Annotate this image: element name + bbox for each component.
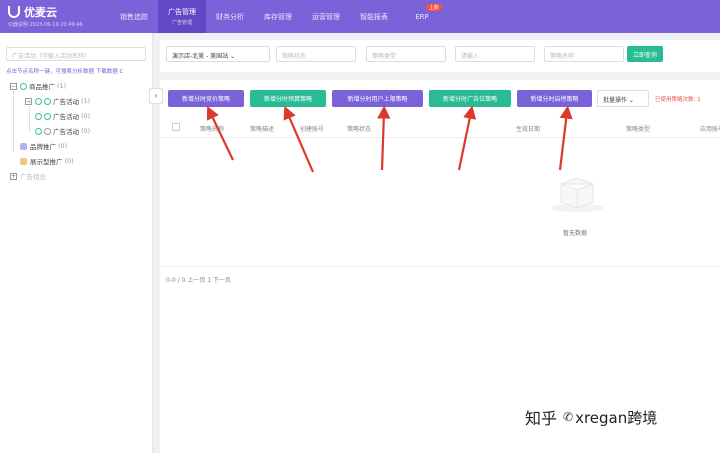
tree-item-count: (0) — [64, 157, 74, 165]
tree-item-display-ads[interactable]: 展示型推广 (0) — [20, 156, 74, 166]
expand-icon[interactable]: + — [10, 172, 17, 180]
collapse-sidebar-icon[interactable]: ‹ — [149, 88, 163, 104]
column-header[interactable]: 应用账号 — [700, 124, 720, 133]
shop-select-value: 演示店-北美 - 美国站 — [172, 53, 229, 60]
status-circle-icon — [44, 127, 51, 135]
tree-connector — [13, 91, 14, 151]
tree-item-label: 广告活动 — [53, 113, 79, 121]
app-name: 优麦云 — [24, 6, 57, 19]
watermark-zhihu: 知乎 — [525, 409, 558, 428]
brand-ads-icon — [20, 142, 27, 150]
add-start-stop-strategy-button[interactable]: 新增分时启停策略 — [517, 90, 592, 107]
tree-item-portfolio[interactable]: + 广告组合 — [10, 171, 46, 181]
tree-item-label: 品牌推广 — [30, 143, 56, 151]
strategy-status-select[interactable]: 策略状态 — [276, 46, 356, 62]
usage-note: 已使用策略次数: 1 — [655, 97, 701, 103]
empty-box-icon — [551, 177, 603, 212]
tree-item-brand-ads[interactable]: 品牌推广 (0) — [20, 141, 67, 151]
batch-actions-dropdown[interactable]: 批量操作 ⌄ — [597, 90, 649, 107]
tree-item-count: (0) — [58, 142, 68, 150]
nav-ads[interactable]: 广告管理 广告管理 — [158, 0, 206, 33]
nav-sub-label: 广告管理 — [171, 20, 192, 26]
column-header[interactable]: 策略类型 — [626, 124, 650, 133]
watermark-author: xregan跨境 — [575, 408, 658, 427]
sidebar-hint[interactable]: 点击节点名称一键，可搜索分析数据 下载数据 C — [6, 67, 123, 75]
tree-item-count: (0) — [81, 112, 91, 120]
pagination[interactable]: 0-0 / 0 上一页 1 下一页 — [166, 275, 231, 284]
app-logo[interactable]: 优麦云 — [8, 4, 57, 20]
pager-divider — [160, 266, 720, 267]
nav-reports[interactable]: 智能报表 — [350, 0, 398, 33]
add-user-limit-strategy-button[interactable]: 新增分时用户上限策略 — [332, 90, 423, 107]
nav-label: 库存管理 — [264, 12, 292, 21]
strategy-type-select[interactable]: 策略类型 — [366, 46, 446, 62]
wechat-icon: ✆ — [563, 410, 574, 424]
status-circle-icon — [35, 97, 42, 105]
tree-item-campaign[interactable]: − 广告活动 (1) — [25, 96, 90, 106]
tree-item-count: (1) — [57, 82, 67, 90]
add-budget-strategy-button[interactable]: 新增分时预算策略 — [250, 90, 326, 107]
tree-item-label: 广告活动 — [53, 98, 79, 106]
main-nav: 销售追踪 广告管理 广告管理 财务分析 库存管理 运营管理 智能报表 ERP 上新 — [110, 0, 446, 33]
logo-mark-icon — [8, 6, 20, 18]
nav-inventory[interactable]: 库存管理 — [254, 0, 302, 33]
column-header[interactable]: 创建账号 — [300, 124, 324, 133]
column-header[interactable]: 策略描述 — [250, 124, 274, 133]
nav-label: 广告管理 — [168, 8, 196, 16]
filter-bar: 演示店-北美 - 美国站 ⌄ 策略状态 策略类型 请输入 策略名称 立即查询 — [160, 40, 720, 72]
nav-operations[interactable]: 运营管理 — [302, 0, 350, 33]
tree-item-campaign[interactable]: 广告活动 (0) — [35, 111, 90, 121]
status-circle-icon — [35, 127, 42, 135]
table-header: 策略名称 策略描述 创建账号 策略状态 生效日期 策略类型 应用账号 — [160, 118, 720, 138]
tree-item-label: 广告组合 — [20, 173, 46, 181]
column-header[interactable]: 生效日期 — [516, 124, 540, 133]
nav-sales[interactable]: 销售追踪 — [110, 0, 158, 33]
collapse-icon[interactable]: − — [25, 97, 32, 105]
query-button[interactable]: 立即查询 — [627, 46, 664, 62]
tree-item-label: 展示型推广 — [30, 158, 63, 166]
tree-item-count: (1) — [81, 97, 91, 105]
keyword-input[interactable]: 请输入 — [455, 46, 535, 62]
top-navigation-bar: 优麦云 仪器说明 2023-06-19 20:49:46 销售追踪 广告管理广告… — [0, 0, 720, 33]
tree-item-count: (0) — [81, 127, 91, 135]
nav-label: 智能报表 — [360, 12, 388, 21]
nav-label: 运营管理 — [312, 12, 340, 21]
status-circle-icon — [44, 97, 51, 105]
watermark: 知乎 ✆ xregan跨境 — [525, 405, 657, 429]
status-circle-icon — [44, 112, 51, 120]
column-header[interactable]: 策略状态 — [347, 124, 371, 133]
tree-item-campaign[interactable]: 广告活动 (0) — [35, 126, 90, 136]
campaign-search-input[interactable]: 广告活动（可输入活动名称） — [6, 47, 146, 61]
tree-item-label: 广告活动 — [53, 128, 79, 136]
display-ads-icon — [20, 157, 27, 165]
tree-item-product-ads[interactable]: − 商品推广 (1) — [10, 81, 66, 91]
nav-finance[interactable]: 财务分析 — [206, 0, 254, 33]
strategy-name-input[interactable]: 策略名称 — [544, 46, 624, 62]
add-bid-strategy-button[interactable]: 新增分时竞价策略 — [168, 90, 244, 107]
nav-label: ERP — [415, 12, 429, 21]
campaign-sidebar: 广告活动（可输入活动名称） 点击节点名称一键，可搜索分析数据 下载数据 C − … — [0, 33, 153, 453]
select-all-checkbox[interactable] — [172, 123, 180, 131]
add-placement-strategy-button[interactable]: 新增分时广告位策略 — [429, 90, 511, 107]
collapse-icon[interactable]: − — [10, 82, 17, 90]
nav-erp[interactable]: ERP 上新 — [398, 0, 446, 33]
status-circle-icon — [35, 112, 42, 120]
new-badge: 上新 — [425, 4, 442, 11]
column-header[interactable]: 策略名称 — [200, 124, 224, 133]
app-subtitle: 仪器说明 2023-06-19 20:49:46 — [8, 22, 83, 28]
status-circle-icon — [20, 82, 27, 90]
nav-label: 财务分析 — [216, 12, 244, 21]
nav-label: 销售追踪 — [120, 12, 148, 21]
chevron-down-icon: ⌄ — [230, 53, 236, 60]
tree-item-label: 商品推广 — [29, 83, 55, 91]
shop-select[interactable]: 演示店-北美 - 美国站 ⌄ — [166, 46, 270, 62]
empty-state-text: 暂无数据 — [563, 230, 588, 237]
